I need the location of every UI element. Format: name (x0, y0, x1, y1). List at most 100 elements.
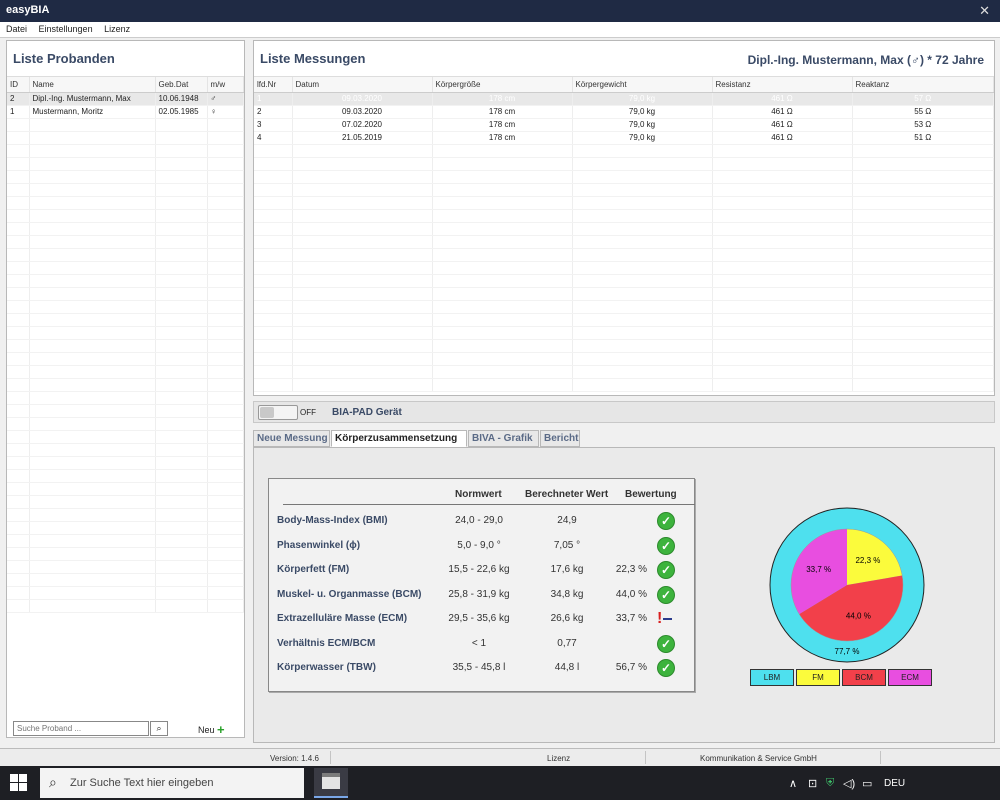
composition-row: Muskel- u. Organmasse (BCM) 25,8 - 31,9 k… (269, 584, 696, 606)
legend-lbm: LBM (750, 669, 794, 686)
patient-list-panel: Liste Probanden ID Name Geb.Dat m/w 2 Dip… (6, 40, 245, 738)
network-icon[interactable]: ▭ (862, 777, 872, 790)
empty-row (7, 235, 244, 249)
meas-groesse: 178 cm (432, 92, 573, 106)
empty-row (254, 157, 994, 171)
measurement-row[interactable]: 1 09.03.2020 178 cm 79,0 kg 461 Ω 57 Ω (254, 92, 994, 106)
patient-table-header: ID Name Geb.Dat m/w (7, 77, 244, 93)
empty-row (7, 417, 244, 431)
empty-row (7, 391, 244, 405)
composition-row: Body-Mass-Index (BMI) 24,0 - 29,0 24,9 ✓ (269, 510, 696, 532)
metric-prozent: 33,7 % (615, 613, 647, 624)
patient-sex: ♂ (207, 92, 244, 106)
chevron-up-icon[interactable]: ∧ (789, 777, 797, 790)
pie-label-ecm: 33,7 % (806, 565, 831, 574)
check-icon: ✓ (657, 659, 675, 677)
patient-id: 1 (7, 105, 30, 119)
windows-start-icon[interactable] (10, 774, 28, 792)
measurement-row[interactable]: 4 21.05.2019 178 cm 79,0 kg 461 Ω 51 Ω (254, 131, 994, 145)
speaker-icon[interactable]: ◁) (843, 777, 855, 790)
column-reaktanz[interactable]: Reaktanz (852, 77, 994, 93)
security-shield-icon[interactable]: ⛨ (826, 777, 834, 790)
patient-name: Mustermann, Moritz (29, 105, 156, 119)
composition-row: Körperfett (FM) 15,5 - 22,6 kg 17,6 kg 22,3… (269, 559, 696, 581)
empty-row (7, 365, 244, 379)
empty-row (7, 131, 244, 145)
search-icon: ⌕ (156, 723, 162, 733)
meas-gewicht: 79,0 kg (572, 131, 713, 145)
metric-name: Körperfett (FM) (277, 564, 350, 575)
pie-label-fm: 22,3 % (855, 556, 880, 565)
check-icon: ✓ (657, 561, 675, 579)
search-button[interactable]: ⌕ (150, 721, 168, 736)
meas-nr: 4 (254, 131, 293, 145)
app-title: easyBIA (6, 4, 50, 16)
empty-row (7, 378, 244, 392)
meas-resistanz: 461 Ω (712, 118, 853, 132)
tab-biva-grafik[interactable]: BIVA - Grafik (468, 430, 539, 447)
metric-name: Körperwasser (TBW) (277, 662, 376, 673)
toggle-knob (260, 407, 274, 418)
tab-koerperzusammensetzung[interactable]: Körperzusammensetzung (331, 430, 467, 447)
measurement-row[interactable]: 2 09.03.2020 178 cm 79,0 kg 461 Ω 55 Ω (254, 105, 994, 119)
patient-row[interactable]: 2 Dipl.-Ing. Mustermann, Max 10.06.1948 ♂ (7, 92, 244, 106)
metric-normwert: < 1 (471, 637, 487, 649)
patient-row[interactable]: 1 Mustermann, Moritz 02.05.1985 ♀ (7, 105, 244, 119)
meas-resistanz: 461 Ω (712, 105, 853, 119)
status-divider (880, 751, 881, 764)
menu-bar: Datei Einstellungen Lizenz (0, 22, 1000, 38)
column-lfd-nr[interactable]: lfd.Nr (254, 77, 293, 93)
patient-id: 2 (7, 92, 30, 106)
meet-now-icon[interactable]: ⊡ (808, 777, 817, 790)
close-icon[interactable]: ✕ (979, 3, 990, 19)
empty-row (7, 534, 244, 548)
meas-resistanz: 461 Ω (712, 92, 853, 106)
empty-row (254, 222, 994, 236)
new-patient-label: Neu (198, 725, 215, 735)
measurement-row[interactable]: 3 07.02.2020 178 cm 79,0 kg 461 Ω 53 Ω (254, 118, 994, 132)
status-version: Version: 1.4.6 (270, 754, 319, 763)
patient-list-title: Liste Probanden (7, 41, 244, 77)
empty-row (7, 261, 244, 275)
tab-bericht[interactable]: Bericht (540, 430, 580, 447)
empty-row (7, 443, 244, 457)
patient-search-input[interactable] (13, 721, 149, 736)
metric-name: Extrazelluläre Masse (ECM) (277, 613, 408, 624)
check-icon: ✓ (657, 585, 675, 604)
column-dob[interactable]: Geb.Dat (155, 77, 208, 93)
meas-resistanz: 461 Ω (712, 131, 853, 145)
empty-row (254, 261, 994, 275)
pie-label-bcm: 44,0 % (846, 611, 871, 620)
taskbar-search[interactable]: ⌕ Zur Suche Text hier eingeben (40, 768, 304, 798)
empty-row (7, 456, 244, 470)
measurement-table-header: lfd.Nr Datum Körpergröße Körpergewicht R… (254, 77, 994, 93)
windows-taskbar: ⌕ Zur Suche Text hier eingeben ∧ ⊡ ⛨ ◁) … (0, 766, 1000, 800)
empty-row (7, 482, 244, 496)
column-koerpergroesse[interactable]: Körpergröße (432, 77, 573, 93)
meas-datum: 09.03.2020 (292, 92, 433, 106)
status-ok: ✓ (657, 536, 675, 555)
pie-chart-svg: 22,3 % 44,0 % 33,7 % 77,7 % (769, 507, 925, 663)
empty-row (7, 339, 244, 353)
empty-row (254, 274, 994, 288)
column-sex[interactable]: m/w (207, 77, 244, 93)
status-ok: ✓ (657, 585, 675, 604)
meas-groesse: 178 cm (432, 131, 573, 145)
legend-ecm: ECM (888, 669, 932, 686)
menu-lizenz[interactable]: Lizenz (98, 22, 133, 34)
device-toggle[interactable] (258, 405, 298, 420)
new-patient-button[interactable]: Neu + (198, 722, 225, 737)
language-indicator[interactable]: DEU (884, 778, 905, 789)
empty-row (7, 209, 244, 223)
column-resistanz[interactable]: Resistanz (712, 77, 853, 93)
column-koerpergewicht[interactable]: Körpergewicht (572, 77, 713, 93)
empty-row (254, 209, 994, 223)
column-name[interactable]: Name (29, 77, 156, 93)
meas-nr: 2 (254, 105, 293, 119)
column-id[interactable]: ID (7, 77, 30, 93)
menu-datei[interactable]: Datei (0, 22, 30, 34)
column-datum[interactable]: Datum (292, 77, 433, 93)
easybia-taskbar-icon[interactable] (314, 768, 348, 798)
tab-neue-messung[interactable]: Neue Messung (253, 430, 330, 447)
menu-einstellungen[interactable]: Einstellungen (33, 22, 96, 34)
